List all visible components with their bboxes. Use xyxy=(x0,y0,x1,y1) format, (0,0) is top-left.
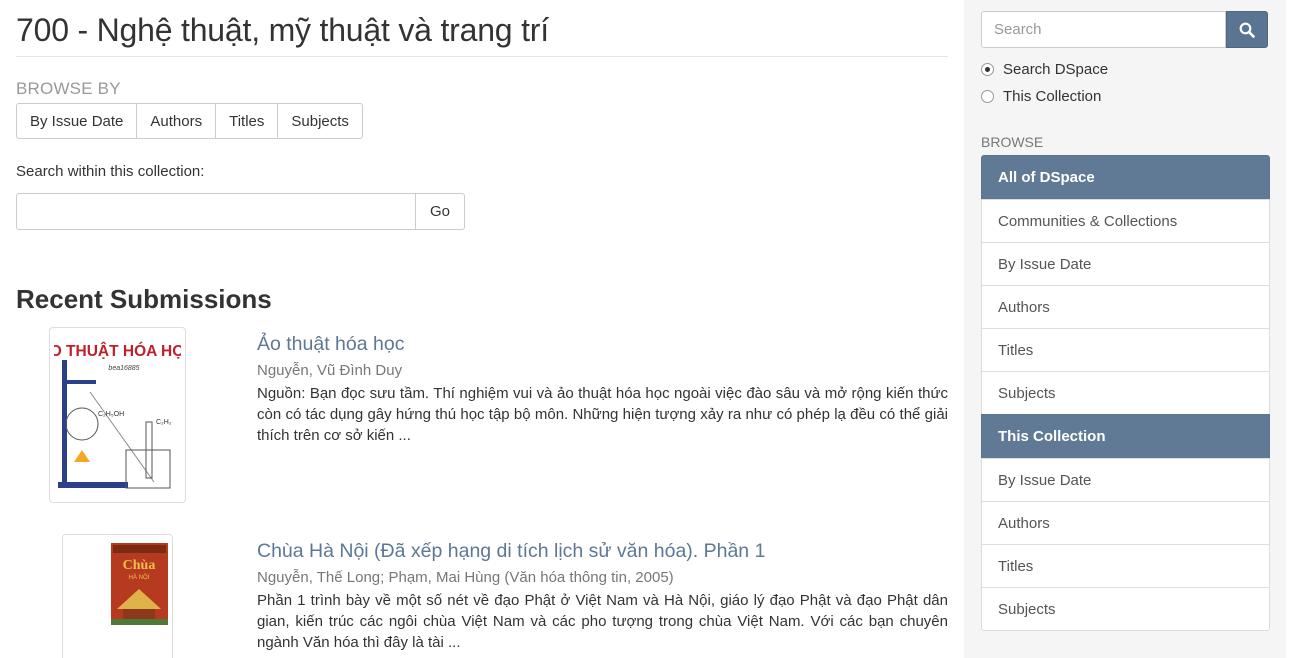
radio-label: Search DSpace xyxy=(1003,61,1109,78)
cover-sub-text: bea16885 xyxy=(108,365,139,372)
collection-search-label: Search within this collection: xyxy=(16,163,205,180)
search-icon xyxy=(1239,22,1255,38)
browse-by-buttons: By Issue Date Authors Titles Subjects xyxy=(16,103,363,139)
cover-sub-text: HÀ NỘI xyxy=(129,574,150,581)
sidebar-browse-label: BROWSE xyxy=(981,134,1044,150)
item-title-link[interactable]: Ảo thuật hóa học xyxy=(257,333,948,356)
sidebar-header-this-collection: This Collection xyxy=(981,414,1270,459)
radio-button-checked[interactable] xyxy=(981,63,994,76)
sidebar-search-form: Search xyxy=(981,11,1268,48)
sidebar-item-collection-authors[interactable]: Authors xyxy=(981,501,1270,545)
browse-by-authors-button[interactable]: Authors xyxy=(136,103,217,139)
sidebar-header-all-of-dspace: All of DSpace xyxy=(981,155,1270,200)
radio-search-dspace[interactable]: Search DSpace xyxy=(981,61,1108,78)
radio-this-collection[interactable]: This Collection xyxy=(981,88,1101,105)
item-abstract: Nguồn: Bạn đọc sưu tầm. Thí nghiệm vui v… xyxy=(257,385,948,444)
browse-by-issue-date-button[interactable]: By Issue Date xyxy=(16,103,138,139)
browse-by-label: BROWSE BY xyxy=(16,79,121,98)
item-text: Ảo thuật hóa học Nguyễn, Vũ Đình Duy Ngu… xyxy=(257,333,948,446)
sidebar: Search Search DSpace This Collection BRO… xyxy=(964,0,1286,658)
svg-text:C₂H₅OH: C₂H₅OH xyxy=(98,411,124,418)
item-authors: Nguyễn, Thế Long; Phạm, Mai Hùng (Văn hó… xyxy=(257,569,674,586)
sidebar-item-collection-by-issue-date[interactable]: By Issue Date xyxy=(981,458,1270,502)
recent-submissions-heading: Recent Submissions xyxy=(16,284,272,314)
browse-by-subjects-button[interactable]: Subjects xyxy=(277,103,363,139)
radio-button[interactable] xyxy=(981,90,994,103)
sidebar-item-titles[interactable]: Titles xyxy=(981,328,1270,372)
item-thumbnail[interactable]: Chùa HÀ NỘI xyxy=(62,534,173,658)
sidebar-search-button[interactable] xyxy=(1226,11,1268,48)
sidebar-item-communities-collections[interactable]: Communities & Collections xyxy=(981,199,1270,243)
radio-label: This Collection xyxy=(1003,88,1102,105)
sidebar-item-collection-subjects[interactable]: Subjects xyxy=(981,587,1270,631)
item-abstract: Phần 1 trình bày về một số nét về đạo Ph… xyxy=(257,592,948,651)
sidebar-item-by-issue-date[interactable]: By Issue Date xyxy=(981,242,1270,286)
browse-by-titles-button[interactable]: Titles xyxy=(215,103,279,139)
sidebar-item-authors[interactable]: Authors xyxy=(981,285,1270,329)
item-thumbnail[interactable]: ẢO THUẬT HÓA HỌC bea16885 C₂H₅OH C₂H₂ xyxy=(39,327,196,503)
sidebar-browse-list: All of DSpace Communities & Collections … xyxy=(981,155,1270,631)
main-content: 700 - Nghệ thuật, mỹ thuật và trang trí … xyxy=(16,0,948,658)
collection-search-input[interactable] xyxy=(16,193,416,230)
svg-text:C₂H₂: C₂H₂ xyxy=(156,419,172,426)
cover-title-text: Chùa xyxy=(123,558,156,573)
sidebar-search-input[interactable]: Search xyxy=(981,11,1226,48)
sidebar-item-subjects[interactable]: Subjects xyxy=(981,371,1270,415)
cover-title-text: ẢO THUẬT HÓA HỌC xyxy=(54,342,181,360)
collection-search-form: Go xyxy=(16,193,465,230)
go-button[interactable]: Go xyxy=(416,193,465,230)
page-title: 700 - Nghệ thuật, mỹ thuật và trang trí xyxy=(16,12,549,48)
sidebar-item-collection-titles[interactable]: Titles xyxy=(981,544,1270,588)
title-divider xyxy=(16,56,948,57)
item-title-link[interactable]: Chùa Hà Nội (Đã xếp hạng di tích lịch sử… xyxy=(257,540,948,563)
book-cover-image: Chùa HÀ NỘI xyxy=(67,539,168,658)
item-authors: Nguyễn, Vũ Đình Duy xyxy=(257,362,403,379)
item-text: Chùa Hà Nội (Đã xếp hạng di tích lịch sử… xyxy=(257,540,948,653)
book-cover-image: ẢO THUẬT HÓA HỌC bea16885 C₂H₅OH C₂H₂ xyxy=(39,332,196,498)
